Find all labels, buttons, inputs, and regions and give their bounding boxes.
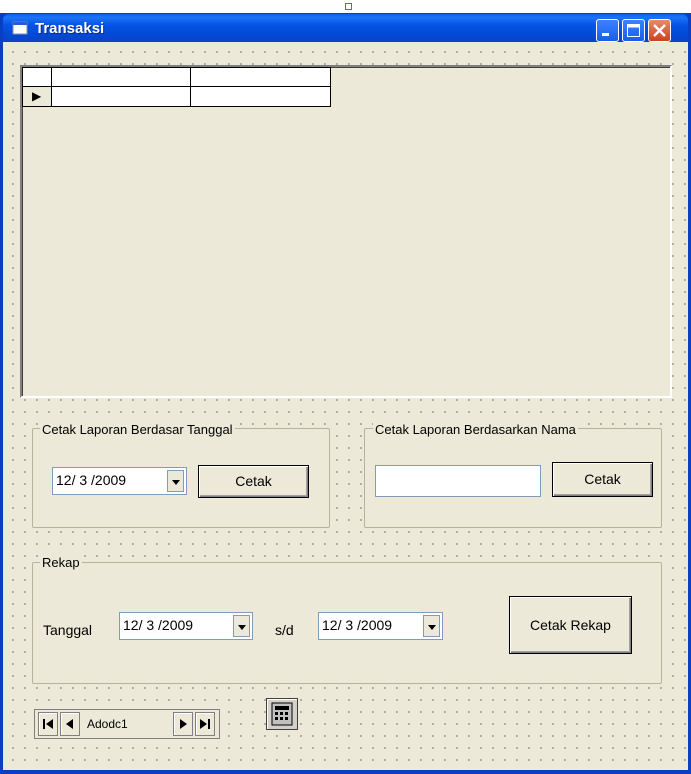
dropdown-arrow-icon[interactable] — [167, 470, 184, 492]
grid-column-header[interactable] — [190, 67, 331, 87]
next-record-icon — [180, 719, 187, 729]
minimize-icon — [602, 33, 609, 36]
move-last-button[interactable] — [195, 712, 215, 736]
grid-column-header[interactable] — [51, 67, 191, 87]
previous-record-icon — [66, 719, 73, 729]
date-value: 12/ 3 /2009 — [322, 617, 393, 633]
adodc-caption: Adodc1 — [87, 717, 128, 731]
current-row-icon: ▶ — [32, 89, 42, 103]
date-picker-rekap-from[interactable]: 12/ 3 /2009 — [119, 612, 253, 640]
date-value: 12/ 3 /2009 — [123, 617, 194, 633]
window-title: Transaksi — [35, 20, 105, 37]
date-picker-rekap-to[interactable]: 12/ 3 /2009 — [318, 612, 443, 640]
title-bar[interactable] — [3, 14, 688, 42]
maximize-icon — [627, 24, 640, 37]
resize-handle-top[interactable] — [345, 3, 352, 10]
label-tanggal: Tanggal — [43, 622, 93, 638]
label-sd: s/d — [275, 622, 294, 638]
report-component[interactable] — [266, 698, 298, 730]
maximize-button[interactable] — [622, 19, 645, 42]
move-first-button[interactable] — [38, 712, 58, 736]
dropdown-arrow-icon[interactable] — [423, 615, 440, 637]
minimize-button[interactable] — [596, 19, 619, 42]
window-icon — [12, 21, 28, 35]
frame-cetak-tanggal-legend: Cetak Laporan Berdasar Tanggal — [40, 422, 235, 437]
cetak-nama-button[interactable]: Cetak — [552, 462, 653, 497]
date-picker-tanggal[interactable]: 12/ 3 /2009 — [52, 467, 187, 495]
grid-corner-cell — [22, 67, 52, 87]
data-grid[interactable]: ▶ — [20, 65, 672, 398]
close-button[interactable] — [648, 19, 671, 42]
frame-rekap-legend: Rekap — [40, 555, 82, 570]
first-record-icon — [43, 719, 53, 729]
report-component-icon — [271, 702, 293, 726]
nama-input[interactable] — [375, 465, 541, 497]
adodc-control[interactable]: Adodc1 — [34, 709, 220, 739]
grid-cell[interactable] — [190, 86, 331, 107]
cetak-tanggal-button[interactable]: Cetak — [198, 465, 309, 498]
grid-row-indicator[interactable]: ▶ — [22, 86, 52, 107]
dropdown-arrow-icon[interactable] — [233, 615, 250, 637]
cetak-rekap-button[interactable]: Cetak Rekap — [509, 596, 632, 654]
frame-cetak-nama-legend: Cetak Laporan Berdasarkan Nama — [373, 422, 578, 437]
move-next-button[interactable] — [173, 712, 193, 736]
move-previous-button[interactable] — [60, 712, 80, 736]
date-value: 12/ 3 /2009 — [56, 472, 127, 488]
grid-cell[interactable] — [51, 86, 191, 107]
close-icon — [653, 24, 666, 37]
last-record-icon — [200, 719, 210, 729]
